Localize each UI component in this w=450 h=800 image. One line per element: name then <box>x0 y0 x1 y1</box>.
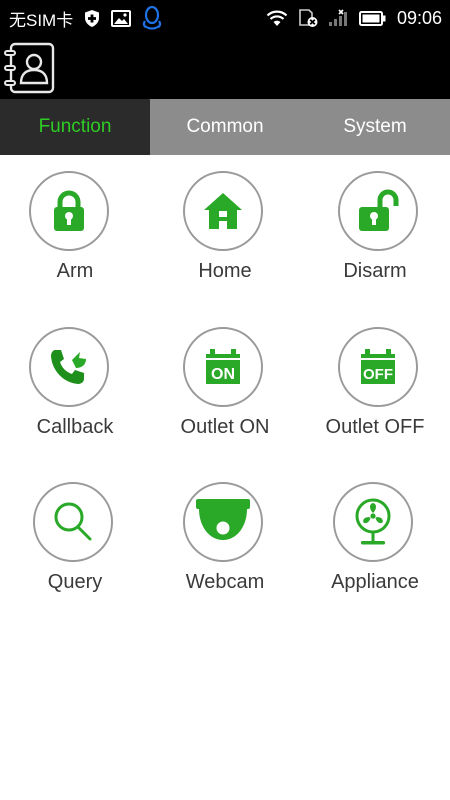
appliance-label: Appliance <box>331 571 419 593</box>
fan-icon <box>333 482 413 562</box>
qq-penguin-icon <box>141 6 163 30</box>
contacts-book-icon <box>3 42 57 98</box>
callback-button[interactable]: Callback <box>0 327 150 467</box>
sim-blocked-icon <box>297 8 319 28</box>
appliance-button[interactable]: Appliance <box>300 482 450 622</box>
webcam-icon <box>183 482 263 562</box>
outlet-off-label: Outlet OFF <box>325 416 425 438</box>
outlet-on-label: Outlet ON <box>180 416 270 438</box>
outlet-on-icon: ON <box>183 327 263 407</box>
home-label: Home <box>198 260 252 282</box>
shield-plus-icon <box>83 9 101 28</box>
image-icon <box>111 9 132 27</box>
svg-text:OFF: OFF <box>363 366 393 383</box>
outlet-on-button[interactable]: ON Outlet ON <box>150 327 300 467</box>
signal-icon <box>328 9 350 27</box>
app-header <box>0 36 450 99</box>
outlet-off-icon: OFF <box>338 327 418 407</box>
disarm-button[interactable]: Disarm <box>300 171 450 311</box>
outlet-off-button[interactable]: OFF Outlet OFF <box>300 327 450 467</box>
home-button[interactable]: Home <box>150 171 300 311</box>
clock: 09:06 <box>396 7 442 28</box>
webcam-label: Webcam <box>185 571 265 593</box>
callback-label: Callback <box>36 416 114 438</box>
search-icon <box>33 482 113 562</box>
tab-common[interactable]: Common <box>150 99 300 155</box>
phone-callback-icon <box>29 327 109 407</box>
contacts-button[interactable] <box>3 42 57 94</box>
lock-open-icon <box>338 171 418 251</box>
disarm-label: Disarm <box>343 260 407 282</box>
tab-system[interactable]: System <box>300 99 450 155</box>
house-icon <box>183 171 263 251</box>
lock-closed-icon <box>29 171 109 251</box>
webcam-button[interactable]: Webcam <box>150 482 300 622</box>
tab-bar: Function Common System <box>0 99 450 155</box>
arm-button[interactable]: Arm <box>0 171 150 311</box>
carrier-label: 无SIM卡 <box>9 10 74 30</box>
status-bar: 无SIM卡 09:06 <box>0 0 450 36</box>
query-label: Query <box>47 571 103 593</box>
query-button[interactable]: Query <box>0 482 150 622</box>
tab-function[interactable]: Function <box>0 99 150 155</box>
arm-label: Arm <box>56 260 94 282</box>
svg-text:ON: ON <box>211 366 235 383</box>
battery-icon <box>358 10 386 26</box>
wifi-icon <box>266 10 288 27</box>
